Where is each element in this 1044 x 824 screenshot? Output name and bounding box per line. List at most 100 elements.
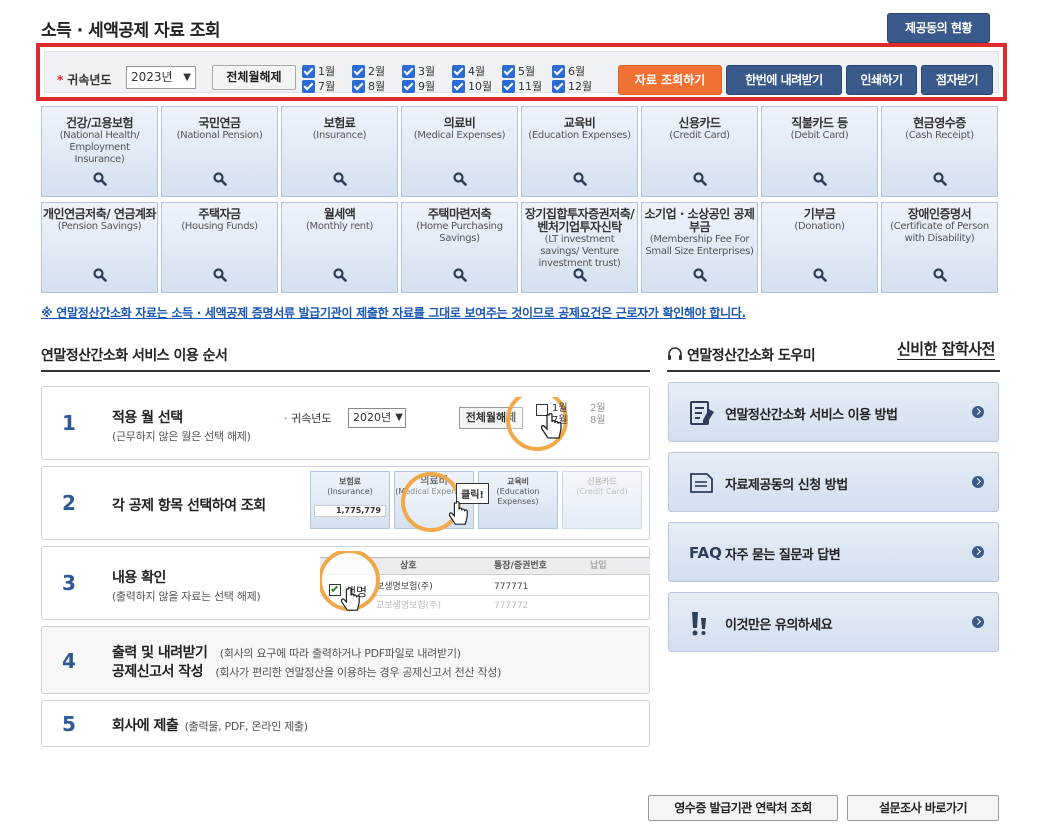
category-tile-3[interactable]: 의료비 (Medical Expenses) xyxy=(401,106,518,197)
category-tile-9[interactable]: 주택자금 (Housing Funds) xyxy=(161,202,278,293)
category-tile-14[interactable]: 기부금 (Donation) xyxy=(761,202,878,293)
year-select[interactable]: 2023년 ▼ xyxy=(126,66,196,89)
consent-status-button[interactable]: 제공동의 현황 xyxy=(887,13,990,43)
month-checkbox-12[interactable]: 12월 xyxy=(552,80,602,94)
faq-icon: FAQ xyxy=(689,544,722,562)
chevron-right-icon xyxy=(972,406,984,418)
category-title: 월세액 xyxy=(323,207,356,221)
category-tile-11[interactable]: 주택마련저축 (Home Purchasing Savings) xyxy=(401,202,518,293)
month-checkbox-3[interactable]: 3월 xyxy=(402,65,452,79)
search-icon xyxy=(92,268,107,282)
step-title: 각 공제 항목 선택하여 조회 xyxy=(112,498,266,514)
survey-button[interactable]: 설문조사 바로가기 xyxy=(847,795,999,821)
month-checkbox-10[interactable]: 10월 xyxy=(452,80,502,94)
step-sub: (근무하지 않은 월은 선택 해제) xyxy=(112,430,251,443)
category-title: 장기집합투자증권저축/ 벤처기업투자신탁 xyxy=(524,207,635,234)
step-4: 4 출력 및 내려받기 (회사의 요구에 따라 출력하거나 PDF파일로 내려받… xyxy=(41,626,650,694)
step-number: 3 xyxy=(62,571,76,595)
month-checkbox-9[interactable]: 9월 xyxy=(402,80,452,94)
search-icon xyxy=(332,268,347,282)
step1-illustration: · 귀속년도 2020년 ▼ 전체월해제 2월 8월 1월 7월 xyxy=(278,397,650,452)
query-button[interactable]: 자료 조회하기 xyxy=(618,65,722,95)
search-icon xyxy=(692,268,707,282)
checkbox-checked-icon xyxy=(452,80,465,93)
category-tile-7[interactable]: 현금영수증 (Cash Receipt) xyxy=(881,106,998,197)
search-icon xyxy=(572,172,587,186)
step-number: 4 xyxy=(62,649,76,673)
step-title: 내용 확인 xyxy=(112,570,166,586)
step-title: 회사에 제출 (출력물, PDF, 온라인 제출) xyxy=(112,718,308,734)
category-tile-6[interactable]: 직불카드 등 (Debit Card) xyxy=(761,106,878,197)
search-icon xyxy=(692,172,707,186)
checkbox-checked-icon xyxy=(352,80,365,93)
category-tile-1[interactable]: 국민연금 (National Pension) xyxy=(161,106,278,197)
help-card-usage[interactable]: 연말정산간소화 서비스 이용 방법 xyxy=(668,382,999,442)
category-title: 소기업 · 소상공인 공제부금 xyxy=(644,207,755,234)
help-card-faq[interactable]: FAQ 자주 묻는 질문과 답변 xyxy=(668,522,999,582)
month-checkbox-11[interactable]: 11월 xyxy=(502,80,552,94)
step-3: 3 내용 확인 (출력하지 않을 자료는 선택 해제) 상호 통장/증권번호 납입 … xyxy=(41,546,650,620)
download-all-button[interactable]: 한번에 내려받기 xyxy=(726,65,842,95)
helper-section-title: 연말정산간소화 도우미 xyxy=(667,345,816,365)
category-subtitle: (Housing Funds) xyxy=(181,221,258,232)
illus-year-select: 2020년 ▼ xyxy=(348,408,406,428)
search-icon xyxy=(212,172,227,186)
category-title: 개인연금저축/ 연금계좌 xyxy=(43,207,156,221)
trivia-link[interactable]: 신비한 잡학사전 xyxy=(897,338,995,360)
exclamation-icon xyxy=(692,612,706,636)
month-checkbox-4[interactable]: 4월 xyxy=(452,65,502,79)
category-title: 장애인증명서 xyxy=(907,207,972,221)
category-tile-4[interactable]: 교육비 (Education Expenses) xyxy=(521,106,638,197)
category-tile-12[interactable]: 장기집합투자증권저축/ 벤처기업투자신탁 (LT investment savin… xyxy=(521,202,638,293)
clear-all-months-button[interactable]: 전체월해제 xyxy=(212,65,296,90)
required-mark: * xyxy=(57,73,64,87)
category-title: 교육비 xyxy=(563,116,596,130)
category-subtitle: (Home Purchasing Savings) xyxy=(416,221,503,244)
search-icon xyxy=(212,268,227,282)
month-checkbox-5[interactable]: 5월 xyxy=(502,65,552,79)
search-icon xyxy=(932,172,947,186)
illus-tile-education: 교육비 (Education Expenses) xyxy=(478,471,558,529)
illus-tile-insurance: 보험료 (Insurance) 1,775,779 xyxy=(310,471,390,529)
category-title: 건강/고용보험 xyxy=(65,116,134,130)
category-subtitle: (Monthly rent) xyxy=(305,221,374,232)
category-subtitle: (Insurance) xyxy=(312,130,367,141)
checkbox-checked-icon xyxy=(452,65,465,78)
category-title: 현금영수증 xyxy=(913,116,966,130)
issuer-contacts-button[interactable]: 영수증 발급기관 연락처 조회 xyxy=(648,795,838,821)
chevron-right-icon xyxy=(972,546,984,558)
help-card-consent[interactable]: 자료제공동의 신청 방법 xyxy=(668,452,999,512)
document-icon xyxy=(690,473,713,493)
search-icon xyxy=(332,172,347,186)
category-tile-5[interactable]: 신용카드 (Credit Card) xyxy=(641,106,758,197)
braille-button[interactable]: 점자받기 xyxy=(921,65,993,95)
month-checkbox-2[interactable]: 2월 xyxy=(352,65,402,79)
month-checkbox-7[interactable]: 7월 xyxy=(302,80,352,94)
category-tile-2[interactable]: 보험료 (Insurance) xyxy=(281,106,398,197)
help-card-caution[interactable]: 이것만은 유의하세요 xyxy=(668,592,999,652)
category-tile-10[interactable]: 월세액 (Monthly rent) xyxy=(281,202,398,293)
category-title: 기부금 xyxy=(803,207,836,221)
print-button[interactable]: 인쇄하기 xyxy=(846,65,917,95)
category-title: 주택마련저축 xyxy=(427,207,492,221)
search-panel-inner: * 귀속년도 2023년 ▼ 전체월해제 1월 2월 3월 4월 5월 6월 7월 … xyxy=(44,51,999,95)
category-title: 주택자금 xyxy=(198,207,241,221)
category-subtitle: (Pension Savings) xyxy=(57,221,142,232)
notice-text: ※ 연말정산간소화 자료는 소득 · 세액공제 증명서류 발급기관이 제출한 자… xyxy=(41,306,746,320)
hand-cursor-icon xyxy=(340,587,360,611)
category-tile-15[interactable]: 장애인증명서 (Certificate of Person with Disabi… xyxy=(881,202,998,293)
category-subtitle: (Certificate of Person with Disability) xyxy=(890,221,989,244)
chevron-right-icon xyxy=(972,616,984,628)
category-tile-13[interactable]: 소기업 · 소상공인 공제부금 (Membership Fee For Small… xyxy=(641,202,758,293)
category-tile-0[interactable]: 건강/고용보험 (National Health/ Employment Insu… xyxy=(41,106,158,197)
chevron-right-icon xyxy=(972,476,984,488)
category-subtitle: (Medical Expenses) xyxy=(413,130,506,141)
category-tile-8[interactable]: 개인연금저축/ 연금계좌 (Pension Savings) xyxy=(41,202,158,293)
category-subtitle: (National Health/ Employment Insurance) xyxy=(59,130,140,165)
checkbox-checked-icon xyxy=(502,65,515,78)
checkbox-checked-icon xyxy=(402,65,415,78)
month-checkbox-1[interactable]: 1월 xyxy=(302,65,352,79)
category-title: 보험료 xyxy=(323,116,356,130)
month-checkbox-8[interactable]: 8월 xyxy=(352,80,402,94)
month-checkbox-6[interactable]: 6월 xyxy=(552,65,602,79)
